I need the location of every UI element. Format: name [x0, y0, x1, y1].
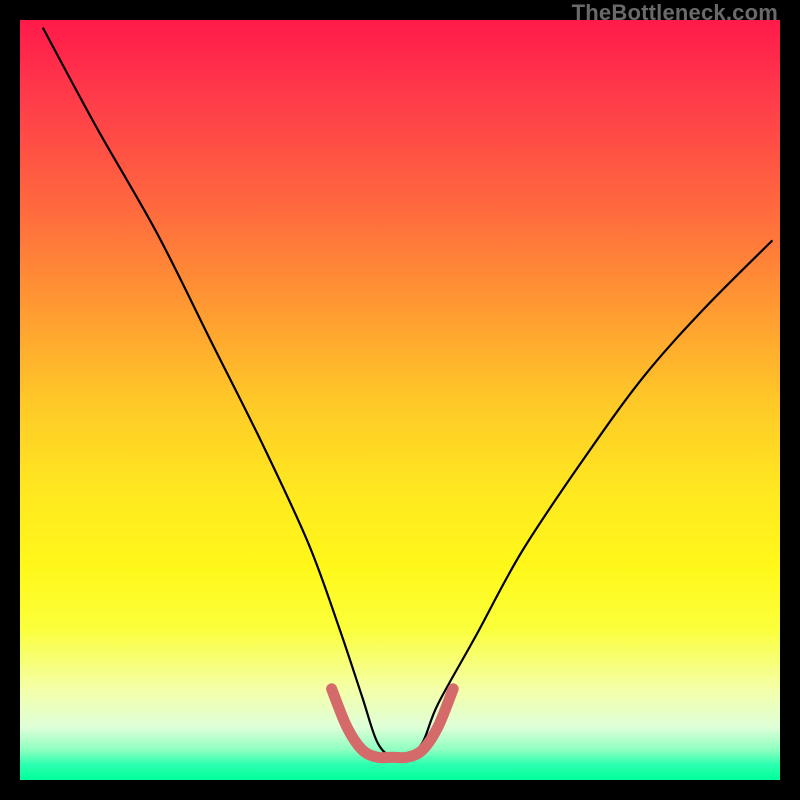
chart-frame: TheBottleneck.com	[0, 0, 800, 800]
plot-area	[20, 20, 780, 780]
optimal-zone	[332, 689, 454, 758]
curve-layer	[20, 20, 780, 780]
bottleneck-curve	[43, 28, 773, 759]
watermark-text: TheBottleneck.com	[572, 0, 778, 26]
